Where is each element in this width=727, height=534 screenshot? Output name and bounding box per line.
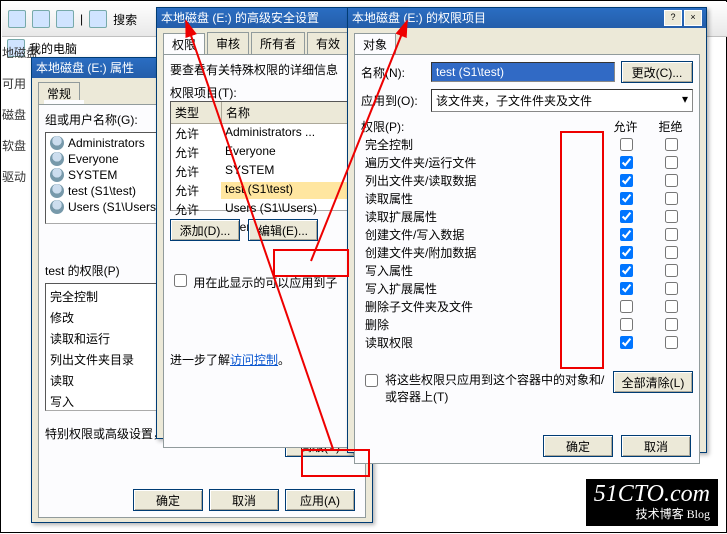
search-label[interactable]: 搜索 bbox=[113, 11, 137, 28]
allow-checkbox[interactable] bbox=[620, 156, 633, 169]
allow-checkbox[interactable] bbox=[620, 192, 633, 205]
name-label: 名称(N): bbox=[361, 64, 425, 81]
perm-grid-row: 遍历文件夹/运行文件 bbox=[361, 153, 693, 171]
user-icon bbox=[50, 136, 64, 150]
user-icon bbox=[50, 168, 64, 182]
perm-grid-row: 创建文件/写入数据 bbox=[361, 225, 693, 243]
deny-checkbox[interactable] bbox=[665, 246, 678, 259]
deny-checkbox[interactable] bbox=[665, 336, 678, 349]
entry-titlebar: 本地磁盘 (E:) 的权限项目 ? × bbox=[348, 8, 706, 28]
tab-perm[interactable]: 权限 bbox=[163, 33, 205, 55]
perm-grid-row: 写入属性 bbox=[361, 261, 693, 279]
perm-grid-row: 完全控制 bbox=[361, 135, 693, 153]
allow-checkbox[interactable] bbox=[620, 264, 633, 277]
adv-edit-button[interactable]: 编辑(E)... bbox=[248, 219, 318, 241]
col-allow: 允许 bbox=[603, 118, 648, 135]
perm-grid-row: 读取属性 bbox=[361, 189, 693, 207]
side-drive-labels: 地磁盘可用磁盘软盘驱动 bbox=[2, 36, 30, 304]
allow-checkbox[interactable] bbox=[620, 336, 633, 349]
allow-checkbox[interactable] bbox=[620, 174, 633, 187]
user-icon bbox=[50, 152, 64, 166]
deny-checkbox[interactable] bbox=[665, 192, 678, 205]
clear-all-button[interactable]: 全部清除(L) bbox=[613, 371, 693, 393]
tab-effective[interactable]: 有效 bbox=[307, 32, 349, 54]
deny-checkbox[interactable] bbox=[665, 138, 678, 151]
entry-title: 本地磁盘 (E:) 的权限项目 bbox=[352, 8, 662, 28]
perm-grid-row: 读取权限 bbox=[361, 333, 693, 351]
col-deny: 拒绝 bbox=[648, 118, 693, 135]
deny-checkbox[interactable] bbox=[665, 318, 678, 331]
access-control-link[interactable]: 访问控制 bbox=[230, 353, 278, 367]
applyto-select[interactable]: 该文件夹，子文件件夹及文件 ▾ bbox=[431, 89, 693, 112]
adv-add-button[interactable]: 添加(D)... bbox=[170, 219, 240, 241]
user-icon bbox=[50, 184, 64, 198]
allow-checkbox[interactable] bbox=[620, 210, 633, 223]
help-icon[interactable]: ? bbox=[664, 10, 682, 26]
perm-grid-row: 创建文件夹/附加数据 bbox=[361, 243, 693, 261]
entry-ok-button[interactable]: 确定 bbox=[543, 435, 613, 457]
perm-label: 权限(P): bbox=[361, 118, 603, 135]
search-icon[interactable] bbox=[89, 10, 107, 28]
permission-entry-dialog: 本地磁盘 (E:) 的权限项目 ? × 对象 名称(N): test (S1\t… bbox=[347, 7, 707, 453]
cancel-button[interactable]: 取消 bbox=[209, 489, 279, 511]
deny-checkbox[interactable] bbox=[665, 300, 678, 313]
allow-checkbox[interactable] bbox=[620, 138, 633, 151]
name-value[interactable]: test (S1\test) bbox=[431, 62, 615, 82]
apply-button[interactable]: 应用(A) bbox=[285, 489, 355, 511]
tab-object[interactable]: 对象 bbox=[354, 33, 396, 55]
col-type[interactable]: 类型 bbox=[171, 102, 222, 123]
perm-grid-row: 列出文件夹/读取数据 bbox=[361, 171, 693, 189]
deny-checkbox[interactable] bbox=[665, 210, 678, 223]
user-icon bbox=[50, 200, 64, 214]
deny-checkbox[interactable] bbox=[665, 174, 678, 187]
change-button[interactable]: 更改(C)... bbox=[621, 61, 693, 83]
allow-checkbox[interactable] bbox=[620, 228, 633, 241]
forward-icon[interactable] bbox=[32, 10, 50, 28]
tab-owner[interactable]: 所有者 bbox=[251, 32, 305, 54]
allow-checkbox[interactable] bbox=[620, 300, 633, 313]
perm-grid-row: 写入扩展属性 bbox=[361, 279, 693, 297]
allow-checkbox[interactable] bbox=[620, 246, 633, 259]
back-icon[interactable] bbox=[8, 10, 26, 28]
tab-audit[interactable]: 审核 bbox=[207, 32, 249, 54]
deny-checkbox[interactable] bbox=[665, 156, 678, 169]
propagate-checkbox[interactable]: 将这些权限只应用到这个容器中的对象和/或容器上(T) bbox=[361, 371, 607, 405]
inherit-checkbox[interactable]: 用在此显示的可以应用到子 bbox=[170, 276, 337, 290]
up-icon[interactable] bbox=[56, 10, 74, 28]
perm-grid-row: 删除 bbox=[361, 315, 693, 333]
watermark: 51CTO.com 技术博客 Blog bbox=[586, 479, 718, 526]
permission-grid: 完全控制遍历文件夹/运行文件列出文件夹/读取数据读取属性读取扩展属性创建文件/写… bbox=[361, 135, 693, 365]
deny-checkbox[interactable] bbox=[665, 282, 678, 295]
deny-checkbox[interactable] bbox=[665, 264, 678, 277]
perm-grid-row: 删除子文件夹及文件 bbox=[361, 297, 693, 315]
close-icon[interactable]: × bbox=[684, 10, 702, 26]
allow-checkbox[interactable] bbox=[620, 282, 633, 295]
perm-grid-row: 读取扩展属性 bbox=[361, 207, 693, 225]
entry-cancel-button[interactable]: 取消 bbox=[621, 435, 691, 457]
ok-button[interactable]: 确定 bbox=[133, 489, 203, 511]
allow-checkbox[interactable] bbox=[620, 318, 633, 331]
applyto-label: 应用到(O): bbox=[361, 92, 425, 109]
deny-checkbox[interactable] bbox=[665, 228, 678, 241]
